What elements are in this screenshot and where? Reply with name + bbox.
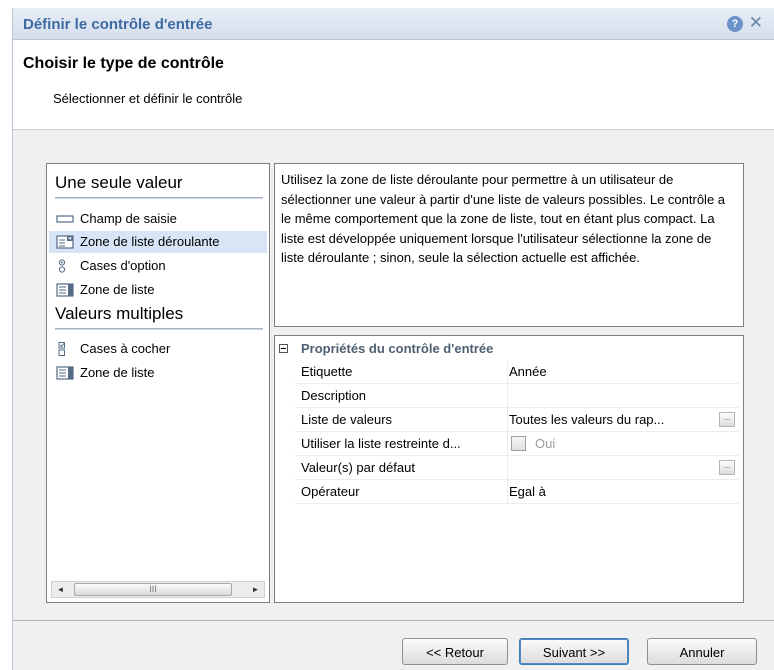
properties-panel: Propriétés du contrôle d'entrée Etiquett… [274,335,744,603]
section-title-multiple-values: Valeurs multiples [55,304,184,323]
browse-button[interactable]: ... [719,460,735,475]
section-title-single-value: Une seule valeur [55,173,183,192]
close-icon[interactable]: ✕ [749,13,763,33]
section-divider [55,328,263,330]
column-divider [507,360,508,384]
property-row-description[interactable]: Description [295,384,739,408]
list-box-icon [56,366,74,380]
scroll-thumb[interactable]: III [74,583,232,596]
page-subtitle: Sélectionner et définir le contrôle [53,91,243,106]
help-icon[interactable]: ? [727,16,743,32]
horizontal-scrollbar[interactable]: ◄ III ► [51,581,265,598]
footer-divider [13,620,774,621]
list-item-list-box-multi[interactable]: Zone de liste [53,362,263,384]
property-value[interactable]: Toutes les valeurs du rap... [509,412,715,427]
list-box-icon [56,283,74,297]
control-description: Utilisez la zone de liste déroulante pou… [274,163,744,327]
input-control-dialog: Définir le contrôle d'entrée ? ✕ Choisir… [12,8,774,670]
page-title: Choisir le type de contrôle [23,55,224,72]
collapse-icon[interactable] [279,344,288,353]
property-name: Utiliser la liste restreinte d... [301,436,461,451]
list-item-list-box[interactable]: Zone de liste [53,279,263,301]
property-row-restricted-list[interactable]: Utiliser la liste restreinte d... Oui [295,432,739,456]
property-row-operator[interactable]: Opérateur Egal à [295,480,739,504]
radio-buttons-icon [58,259,66,273]
list-item-label: Champ de saisie [80,211,177,226]
list-item-label: Zone de liste [80,365,155,380]
restricted-list-checkbox[interactable] [511,436,526,451]
column-divider [507,480,508,504]
scroll-right-icon[interactable]: ► [247,582,264,597]
property-value[interactable]: Egal à [509,484,715,499]
column-divider [507,408,508,432]
scroll-left-icon[interactable]: ◄ [52,582,69,597]
list-item-radio-buttons[interactable]: Cases d'option [53,255,263,277]
property-value[interactable]: Année [509,364,715,379]
list-item-checkboxes[interactable]: Cases à cocher [53,338,263,360]
property-name: Description [301,388,367,403]
list-item-dropdown[interactable]: Zone de liste déroulante [49,231,267,253]
property-name: Etiquette [301,364,353,379]
property-row-label[interactable]: Etiquette Année [295,360,739,384]
property-name: Valeur(s) par défaut [301,460,415,475]
text-field-icon [56,215,74,223]
list-item-label: Cases d'option [80,258,166,273]
checkbox-label: Oui [535,436,556,451]
dialog-header: Choisir le type de contrôle Sélectionner… [13,41,774,130]
property-name: Liste de valeurs [301,412,393,427]
back-button[interactable]: << Retour [402,638,508,665]
property-value: Oui [509,436,715,451]
list-item-label: Zone de liste [80,282,155,297]
column-divider [507,432,508,456]
cancel-button[interactable]: Annuler [647,638,757,665]
list-item-label: Cases à cocher [80,341,171,356]
dialog-title: Définir le contrôle d'entrée [23,16,213,33]
list-item-text-field[interactable]: Champ de saisie [53,208,263,230]
property-row-value-list[interactable]: Liste de valeurs Toutes les valeurs du r… [295,408,739,432]
column-divider [507,456,508,480]
next-button[interactable]: Suivant >> [519,638,629,665]
browse-button[interactable]: ... [719,412,735,427]
column-divider [507,384,508,408]
dialog-body: Une seule valeur Champ de saisie Zone de [13,130,774,670]
dialog-titlebar: Définir le contrôle d'entrée ? ✕ [13,8,774,40]
control-type-list: Une seule valeur Champ de saisie Zone de [46,163,270,603]
section-divider [55,197,263,199]
list-item-label: Zone de liste déroulante [80,234,220,249]
property-row-default-values[interactable]: Valeur(s) par défaut ... [295,456,739,480]
checkboxes-icon [58,342,65,356]
dropdown-list-icon [56,235,74,249]
property-name: Opérateur [301,484,360,499]
